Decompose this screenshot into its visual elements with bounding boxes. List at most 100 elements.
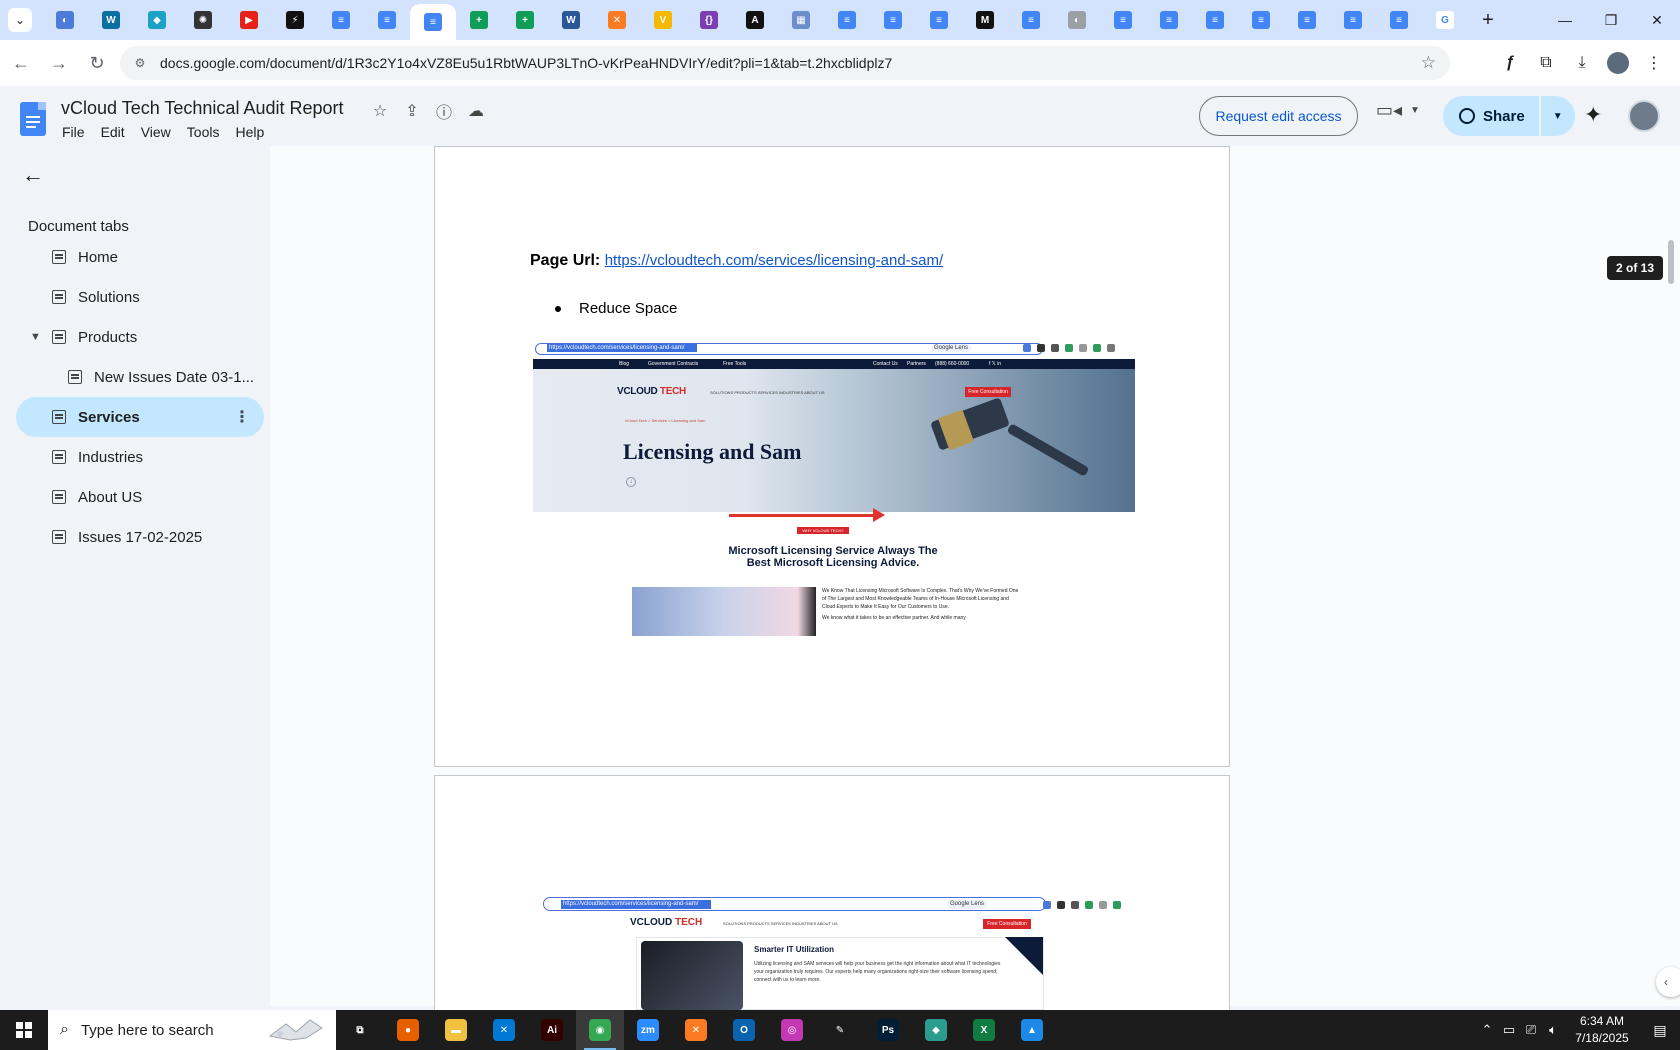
sidebar-item-new-issues[interactable]: New Issues Date 03-1... <box>16 357 264 397</box>
notification-icon[interactable]: ▤ <box>1640 1022 1680 1039</box>
chevron-up-icon[interactable]: ⌃ <box>1476 1010 1498 1050</box>
back-arrow-icon[interactable]: ← <box>22 162 44 188</box>
request-edit-access-button[interactable]: Request edit access <box>1199 96 1358 136</box>
embedded-screenshot[interactable]: https://vcloudtech.com/services/licensin… <box>533 341 1135 636</box>
browser-tab[interactable]: ▦ <box>778 4 824 36</box>
sidebar-item-products[interactable]: ▼ Products <box>16 317 264 357</box>
browser-tab[interactable]: ≡ <box>870 4 916 36</box>
browser-menu-icon[interactable]: ⋮ <box>1636 46 1672 80</box>
taskbar-app[interactable]: ● <box>384 1010 432 1050</box>
browser-tab[interactable]: ≡ <box>364 4 410 36</box>
browser-tab[interactable]: ≡ <box>1192 4 1238 36</box>
browser-tab[interactable]: A <box>732 4 778 36</box>
browser-tab[interactable]: ≡ <box>1376 4 1422 36</box>
browser-tab[interactable]: ◆ <box>134 4 180 36</box>
browser-tab[interactable]: M <box>962 4 1008 36</box>
browser-tab[interactable]: ≡ <box>1238 4 1284 36</box>
battery-icon[interactable]: ▭ <box>1498 1010 1520 1050</box>
menu-help[interactable]: Help <box>235 124 264 140</box>
browser-tab[interactable]: W <box>548 4 594 36</box>
taskbar-app[interactable]: ✎ <box>816 1010 864 1050</box>
info-icon[interactable]: ⓘ <box>428 100 460 122</box>
bookmark-star-icon[interactable]: ☆ <box>1421 53 1436 73</box>
profile-avatar[interactable] <box>1600 46 1636 80</box>
address-bar[interactable]: ⚙ docs.google.com/document/d/1R3c2Y1o4xV… <box>120 46 1450 80</box>
taskbar-app[interactable]: ✕ <box>672 1010 720 1050</box>
browser-tab[interactable]: + <box>456 4 502 36</box>
document-title[interactable]: vCloud Tech Technical Audit Report <box>61 98 344 119</box>
cloud-status-icon[interactable]: ☁ <box>460 100 492 122</box>
menu-file[interactable]: File <box>62 124 85 140</box>
menu-tools[interactable]: Tools <box>187 124 220 140</box>
browser-tab[interactable]: + <box>502 4 548 36</box>
extension-fonts-icon[interactable]: ƒ <box>1492 46 1528 80</box>
star-icon[interactable]: ☆ <box>364 100 396 122</box>
sidebar-item-issues[interactable]: Issues 17-02-2025 <box>16 517 264 557</box>
taskbar-app[interactable]: ▲ <box>1008 1010 1056 1050</box>
taskbar-app[interactable]: ◉ <box>576 1010 624 1050</box>
share-options-button[interactable]: ▼ <box>1540 96 1575 136</box>
browser-tab[interactable]: ✕ <box>594 4 640 36</box>
move-to-drive-icon[interactable]: ⇪ <box>396 100 428 122</box>
taskbar-app[interactable]: Ai <box>528 1010 576 1050</box>
site-settings-icon[interactable]: ⚙ <box>130 53 150 73</box>
tab-search-menu-button[interactable]: ⌄ <box>8 8 32 32</box>
taskbar-app[interactable]: O <box>720 1010 768 1050</box>
browser-tab[interactable]: ≡ <box>1146 4 1192 36</box>
taskbar-search[interactable]: ⌕ Type here to search <box>48 1010 336 1050</box>
sidebar-item-home[interactable]: Home <box>16 237 264 277</box>
taskbar-app[interactable]: zm <box>624 1010 672 1050</box>
browser-tab[interactable]: ≡ <box>410 4 456 40</box>
vertical-scrollbar[interactable] <box>1668 240 1674 284</box>
gemini-sparkle-icon[interactable]: ✦ <box>1584 102 1602 128</box>
browser-tab[interactable]: ≡ <box>318 4 364 36</box>
browser-tab[interactable]: W <box>88 4 134 36</box>
browser-tab[interactable]: ⚡ <box>272 4 318 36</box>
address-url[interactable]: docs.google.com/document/d/1R3c2Y1o4xVZ8… <box>160 55 892 71</box>
new-tab-button[interactable]: + <box>1474 6 1502 34</box>
browser-tab[interactable]: G <box>1422 4 1468 36</box>
page-url-link[interactable]: https://vcloudtech.com/services/licensin… <box>605 252 943 269</box>
browser-tab[interactable]: ≡ <box>824 4 870 36</box>
forward-button[interactable]: → <box>42 46 76 80</box>
reload-button[interactable]: ↻ <box>80 46 114 80</box>
browser-tab[interactable]: {} <box>686 4 732 36</box>
network-icon[interactable]: ⎚ <box>1520 1010 1542 1050</box>
browser-tab[interactable]: ◐ <box>42 4 88 36</box>
browser-tab[interactable]: ≡ <box>1100 4 1146 36</box>
volume-icon[interactable]: 🔈︎ <box>1542 1010 1564 1050</box>
restore-button[interactable]: ❐ <box>1588 0 1634 40</box>
browser-tab[interactable]: ✺ <box>180 4 226 36</box>
sidebar-item-industries[interactable]: Industries <box>16 437 264 477</box>
taskbar-app[interactable]: ◎ <box>768 1010 816 1050</box>
taskbar-app[interactable]: ◆ <box>912 1010 960 1050</box>
side-panel-toggle-icon[interactable]: ‹ <box>1656 967 1680 997</box>
browser-tab[interactable]: ≡ <box>916 4 962 36</box>
taskbar-app[interactable]: ⧉ <box>336 1010 384 1050</box>
embedded-screenshot[interactable]: https://vcloudtech.com/services/licensin… <box>533 897 1135 1010</box>
taskbar-app[interactable]: ✕ <box>480 1010 528 1050</box>
browser-tab[interactable]: ◐ <box>1054 4 1100 36</box>
browser-tab[interactable]: ≡ <box>1330 4 1376 36</box>
sidebar-item-services[interactable]: Services ⋮ <box>16 397 264 437</box>
taskbar-app[interactable]: X <box>960 1010 1008 1050</box>
browser-tab[interactable]: ▶ <box>226 4 272 36</box>
extensions-puzzle-icon[interactable]: ⧉ <box>1528 46 1564 80</box>
taskbar-app[interactable]: ▬ <box>432 1010 480 1050</box>
share-button[interactable]: Share <box>1443 96 1539 136</box>
minimize-button[interactable]: — <box>1542 0 1588 40</box>
start-button[interactable] <box>0 1010 48 1050</box>
taskbar-app[interactable]: Ps <box>864 1010 912 1050</box>
more-options-icon[interactable]: ⋮ <box>234 407 250 427</box>
taskbar-clock[interactable]: 6:34 AM 7/18/2025 <box>1564 1013 1640 1047</box>
browser-tab[interactable]: ≡ <box>1008 4 1054 36</box>
close-window-button[interactable]: ✕ <box>1634 0 1680 40</box>
sidebar-item-solutions[interactable]: Solutions <box>16 277 264 317</box>
sidebar-item-about-us[interactable]: About US <box>16 477 264 517</box>
menu-view[interactable]: View <box>141 124 171 140</box>
menu-edit[interactable]: Edit <box>101 124 125 140</box>
user-avatar[interactable] <box>1628 100 1660 132</box>
browser-tab[interactable]: ≡ <box>1284 4 1330 36</box>
meet-button[interactable]: ▭◂ ▼ <box>1376 100 1420 121</box>
downloads-icon[interactable]: ⤓ <box>1564 46 1600 80</box>
